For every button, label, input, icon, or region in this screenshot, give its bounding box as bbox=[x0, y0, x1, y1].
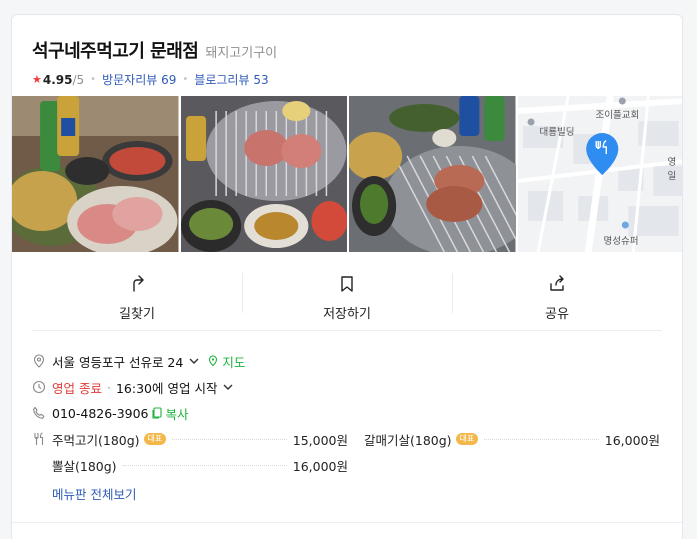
hours-row: 영업 종료 · 16:30에 영업 시작 bbox=[32, 374, 662, 400]
place-name[interactable]: 석구네주먹고기 문래점 bbox=[32, 37, 199, 63]
map-pin-small-icon bbox=[209, 355, 218, 367]
next-open-time[interactable]: 16:30에 영업 시작 bbox=[116, 378, 217, 397]
visitor-reviews-link[interactable]: 방문자리뷰 69 bbox=[102, 71, 176, 88]
menu-item-name: 갈매기살(180g) bbox=[364, 432, 452, 448]
phone-icon bbox=[33, 406, 45, 419]
menu-item[interactable]: 주먹고기(180g) 대표 15,000원 bbox=[52, 426, 348, 452]
star-icon: ★ bbox=[32, 73, 42, 86]
map-link-label: 지도 bbox=[222, 354, 246, 370]
phone-row: 010-4826-3906 복사 bbox=[32, 400, 662, 426]
location-icon bbox=[33, 354, 45, 368]
business-status: 영업 종료 bbox=[52, 380, 102, 396]
directions-label: 길찾기 bbox=[119, 307, 155, 322]
clock-icon bbox=[32, 380, 46, 394]
separator-dot: • bbox=[182, 74, 189, 85]
menu-item-name: 주먹고기(180g) bbox=[52, 432, 140, 448]
map-thumbnail[interactable]: 조이플교회 대룡빌딩 영일 명성슈퍼 bbox=[517, 96, 682, 252]
phone-number[interactable]: 010-4826-3906 bbox=[52, 406, 149, 421]
photo-2[interactable] bbox=[180, 96, 347, 252]
address-text[interactable]: 서울 영등포구 선유로 24 bbox=[52, 352, 183, 371]
status-separator: · bbox=[106, 379, 111, 395]
title-row: 석구네주먹고기 문래점 돼지고기구이 bbox=[32, 37, 662, 63]
section-divider bbox=[12, 522, 682, 523]
dotted-leader bbox=[484, 438, 599, 440]
share-button[interactable]: 공유 bbox=[452, 267, 662, 330]
photo-strip: 조이플교회 대룡빌딩 영일 명성슈퍼 bbox=[12, 96, 682, 252]
chevron-down-icon[interactable] bbox=[189, 356, 199, 366]
photo-3-image bbox=[349, 96, 516, 252]
menu-item-price: 16,000원 bbox=[292, 458, 348, 474]
menu-list: 주먹고기(180g) 대표 15,000원 갈매기살(180g) 대표 16,0… bbox=[52, 426, 662, 478]
blog-reviews-count: 53 bbox=[253, 73, 269, 87]
map-link[interactable]: 지도 bbox=[207, 352, 245, 371]
separator-dot: • bbox=[90, 74, 97, 85]
utensils-icon bbox=[34, 432, 44, 445]
map-label-youngil: 영일 bbox=[667, 157, 677, 182]
menu-item-name: 뽈살(180g) bbox=[52, 458, 117, 474]
photo-1[interactable] bbox=[12, 96, 179, 252]
menu-item-price: 15,000원 bbox=[292, 432, 348, 448]
map-label-church: 조이플교회 bbox=[595, 110, 640, 121]
signature-badge: 대표 bbox=[143, 433, 167, 445]
photo-3[interactable] bbox=[349, 96, 516, 252]
place-card: 석구네주먹고기 문래점 돼지고기구이 ★ 4.95 /5 • 방문자리뷰 69 … bbox=[11, 14, 683, 539]
rating-max: /5 bbox=[72, 72, 85, 87]
rating-value: 4.95 bbox=[42, 72, 73, 87]
directions-button[interactable]: 길찾기 bbox=[32, 267, 242, 330]
visitor-reviews-label: 방문자리뷰 bbox=[102, 73, 158, 87]
dotted-leader bbox=[172, 438, 287, 440]
meta-row: ★ 4.95 /5 • 방문자리뷰 69 • 블로그리뷰 53 bbox=[32, 71, 662, 88]
place-header: 석구네주먹고기 문래점 돼지고기구이 ★ 4.95 /5 • 방문자리뷰 69 … bbox=[32, 37, 662, 88]
menu-item[interactable]: 갈매기살(180g) 대표 16,000원 bbox=[364, 426, 660, 452]
bookmark-icon bbox=[341, 276, 353, 292]
blog-reviews-label: 블로그리뷰 bbox=[194, 73, 250, 87]
full-menu-link[interactable]: 메뉴판 전체보기 bbox=[52, 480, 662, 506]
place-category: 돼지고기구이 bbox=[205, 46, 278, 61]
save-label: 저장하기 bbox=[323, 307, 371, 322]
save-button[interactable]: 저장하기 bbox=[242, 267, 452, 330]
chevron-down-icon[interactable] bbox=[223, 382, 233, 392]
copy-icon bbox=[151, 407, 162, 419]
visitor-reviews-count: 69 bbox=[161, 73, 177, 87]
menu-item-price: 16,000원 bbox=[604, 432, 660, 448]
menu-item[interactable]: 뽈살(180g) 16,000원 bbox=[52, 452, 348, 478]
blog-reviews-link[interactable]: 블로그리뷰 53 bbox=[194, 71, 268, 88]
copy-label: 복사 bbox=[165, 406, 189, 422]
action-bar: 길찾기 저장하기 공유 bbox=[32, 267, 662, 331]
address-row: 서울 영등포구 선유로 24 지도 bbox=[32, 348, 662, 374]
map-label-building: 대룡빌딩 bbox=[539, 127, 575, 138]
photo-1-image bbox=[12, 96, 179, 252]
copy-button[interactable]: 복사 bbox=[151, 404, 189, 423]
signature-badge: 대표 bbox=[455, 433, 479, 445]
directions-icon bbox=[133, 275, 144, 292]
dotted-leader bbox=[122, 464, 287, 466]
menu-row: 주먹고기(180g) 대표 15,000원 갈매기살(180g) 대표 16,0… bbox=[32, 426, 662, 506]
photo-2-image bbox=[180, 96, 347, 252]
share-label: 공유 bbox=[545, 307, 569, 322]
full-menu-label: 메뉴판 전체보기 bbox=[52, 486, 137, 502]
map-label-supermarket: 명성슈퍼 bbox=[603, 236, 639, 247]
share-icon bbox=[550, 275, 564, 291]
info-section: 서울 영등포구 선유로 24 지도 영업 종료 · 16:30에 영업 시작 0… bbox=[32, 348, 662, 506]
